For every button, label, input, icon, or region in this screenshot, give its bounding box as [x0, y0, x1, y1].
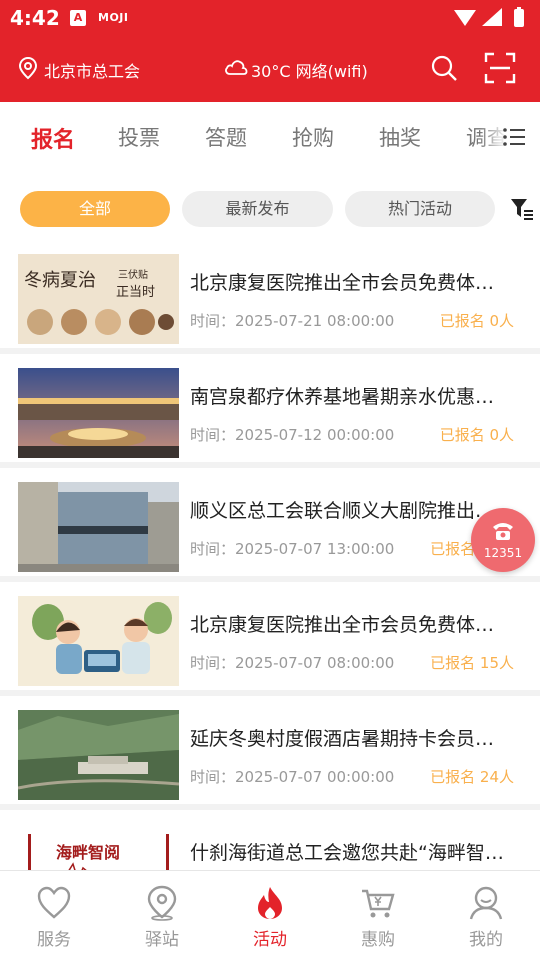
filter-icon[interactable] [510, 198, 534, 220]
item-title: 延庆冬奥村度假酒店暑期持卡会员优惠 [190, 728, 508, 750]
nav-label: 我的 [469, 930, 503, 950]
item-thumbnail: 海畔智阅 [18, 824, 179, 870]
location-bar: 北京市总工会 30°C 网络(wifi) [0, 44, 540, 94]
item-time: 时间：2025-07-12 00:00:00 [190, 426, 395, 444]
filter-latest[interactable]: 最新发布 [182, 191, 333, 227]
list-item[interactable]: 顺义区总工会联合顺义大剧院推出演出 时间：2025-07-07 13:00:00… [0, 468, 540, 582]
menu-icon[interactable] [502, 126, 526, 148]
item-thumbnail [18, 482, 179, 572]
location-pin-icon[interactable] [18, 56, 38, 80]
item-thumbnail [18, 710, 179, 800]
list-item[interactable]: 海畔智阅 什刹海街道总工会邀您共赴“海畔智阅” [0, 810, 540, 870]
notification-a-icon: A [70, 10, 86, 26]
cloud-icon [225, 60, 248, 75]
list-item[interactable]: 延庆冬奥村度假酒店暑期持卡会员优惠 时间：2025-07-07 00:00:00… [0, 696, 540, 810]
nav-label: 驿站 [145, 930, 179, 950]
tab-vote[interactable]: 投票 [118, 122, 160, 152]
item-time: 时间：2025-07-07 13:00:00 [190, 540, 395, 558]
item-time: 时间：2025-07-21 08:00:00 [190, 312, 395, 330]
item-thumbnail [18, 368, 179, 458]
nav-label: 惠购 [361, 930, 395, 950]
weather-label: 30°C 网络(wifi) [251, 62, 368, 81]
scan-icon[interactable] [484, 52, 516, 84]
tab-signup[interactable]: 报名 [31, 122, 75, 154]
tab-flash-sale[interactable]: 抢购 [292, 122, 334, 152]
svg-text:海畔智阅: 海畔智阅 [56, 843, 120, 862]
signal-icon [482, 8, 502, 26]
hotline-number: 12351 [483, 546, 523, 560]
item-time: 时间：2025-07-07 00:00:00 [190, 768, 395, 786]
nav-label: 服务 [37, 930, 71, 950]
svg-text:正当时: 正当时 [116, 285, 155, 300]
location-label[interactable]: 北京市总工会 [44, 58, 140, 82]
cart-icon [362, 889, 395, 918]
nav-service[interactable]: 服务 [0, 871, 108, 960]
hotline-button[interactable]: 12351 [471, 508, 535, 572]
nav-shop[interactable]: 惠购 [324, 871, 432, 960]
item-title: 南宫泉都疗休养基地暑期亲水优惠活动 [190, 386, 508, 408]
status-icons [454, 7, 524, 27]
tab-lottery[interactable]: 抽奖 [379, 122, 421, 152]
location-pin-icon [147, 885, 177, 921]
item-signup-count: 已报名 15人 [430, 654, 514, 672]
filter-all[interactable]: 全部 [20, 191, 170, 227]
category-tabs: 报名 投票 答题 抢购 抽奖 调查 [0, 102, 540, 170]
item-signup-count: 已报名 0人 [439, 426, 514, 444]
svg-text:冬病夏治: 冬病夏治 [24, 270, 96, 291]
wifi-icon [454, 10, 476, 26]
nav-activity[interactable]: 活动 [216, 871, 324, 960]
item-signup-count: 已报名 24人 [430, 768, 514, 786]
tab-quiz[interactable]: 答题 [205, 122, 247, 152]
notification-moji-icon: MOJI [98, 11, 129, 24]
filter-hot[interactable]: 热门活动 [345, 191, 495, 227]
item-time: 时间：2025-07-07 08:00:00 [190, 654, 395, 672]
item-title: 北京康复医院推出全市会员免费体验活动 [190, 272, 508, 294]
status-bar: 4:42 A MOJI [0, 0, 540, 36]
phone-icon [493, 523, 513, 540]
item-signup-count: 已报名 0人 [439, 312, 514, 330]
item-title: 顺义区总工会联合顺义大剧院推出演出 [190, 500, 508, 522]
svg-text:三伏贴: 三伏贴 [118, 268, 148, 281]
search-icon[interactable] [430, 54, 458, 82]
status-time: 4:42 [10, 6, 60, 30]
nav-me[interactable]: 我的 [432, 871, 540, 960]
app-header: 4:42 A MOJI 北京市总工会 30°C 网络(wifi) [0, 0, 540, 102]
flame-icon [258, 887, 282, 919]
activity-list: 冬病夏治 三伏贴 正当时 北京康复医院推出全市会员免费体验活动 时间：2025-… [0, 240, 540, 870]
battery-icon [514, 9, 524, 27]
filter-bar: 全部 最新发布 热门活动 [0, 188, 540, 232]
item-thumbnail: 冬病夏治 三伏贴 正当时 [18, 254, 179, 344]
list-item[interactable]: 冬病夏治 三伏贴 正当时 北京康复医院推出全市会员免费体验活动 时间：2025-… [0, 240, 540, 354]
item-thumbnail [18, 596, 179, 686]
heart-icon [37, 886, 71, 919]
list-item[interactable]: 北京康复医院推出全市会员免费体验活动 时间：2025-07-07 08:00:0… [0, 582, 540, 696]
bottom-nav: 服务 驿站 活动 惠购 我的 [0, 870, 540, 960]
user-icon [469, 886, 503, 920]
item-title: 北京康复医院推出全市会员免费体验活动 [190, 614, 508, 636]
nav-station[interactable]: 驿站 [108, 871, 216, 960]
item-title: 什刹海街道总工会邀您共赴“海畔智阅” [190, 842, 508, 864]
nav-label: 活动 [253, 930, 287, 950]
list-item[interactable]: 南宫泉都疗休养基地暑期亲水优惠活动 时间：2025-07-12 00:00:00… [0, 354, 540, 468]
